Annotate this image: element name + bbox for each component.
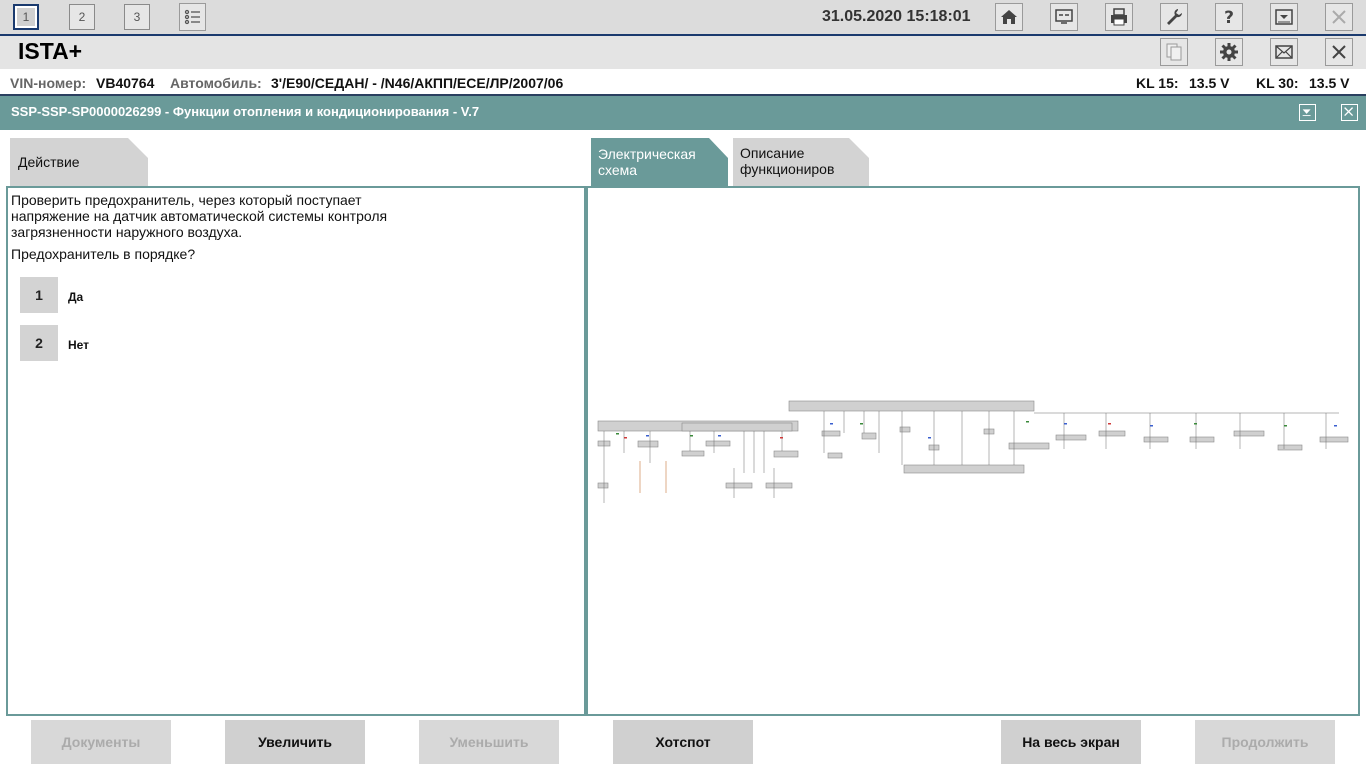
- workspace-tab-3[interactable]: 3: [124, 4, 150, 30]
- tab-description-label: Описание функциониров: [740, 145, 835, 177]
- vin-value: VB40764: [96, 75, 155, 91]
- documents-button[interactable]: Документы: [31, 720, 171, 764]
- question-text: Проверить предохранитель, через который …: [11, 192, 387, 240]
- tab-action-label: Действие: [18, 154, 80, 170]
- vin-label: VIN-номер:: [10, 75, 87, 91]
- question-line-2: напряжение на датчик автоматической сист…: [11, 208, 388, 224]
- list-icon[interactable]: [179, 3, 206, 31]
- svg-text:?: ?: [1224, 8, 1234, 27]
- hotspot-button[interactable]: Хотспот: [613, 720, 753, 764]
- dropdown-icon[interactable]: [1270, 3, 1298, 31]
- continue-button[interactable]: Продолжить: [1195, 720, 1335, 764]
- wrench-icon[interactable]: [1160, 3, 1188, 31]
- document-title: SSP-SSP-SP0000026299 - Функции отопления…: [11, 104, 480, 119]
- help-icon[interactable]: ?: [1215, 3, 1243, 31]
- mail-icon[interactable]: [1270, 38, 1298, 66]
- home-icon[interactable]: [995, 3, 1023, 31]
- car-value: 3'/E90/СЕДАН/ - /N46/АКПП/ECE/ЛР/2007/06: [271, 75, 564, 91]
- datetime: 31.05.2020 15:18:01: [822, 8, 971, 25]
- kl15-label: KL 15:: [1136, 75, 1179, 91]
- close-icon[interactable]: [1325, 3, 1353, 31]
- swap-icon[interactable]: [1050, 3, 1078, 31]
- close-document-icon[interactable]: [1341, 104, 1358, 121]
- tab-action[interactable]: Действие: [10, 138, 148, 186]
- answer-yes-button[interactable]: 1: [20, 277, 58, 313]
- wiring-diagram[interactable]: [594, 393, 1354, 513]
- car-label: Автомобиль:: [170, 75, 262, 91]
- kl30-value: 13.5 V: [1309, 75, 1350, 91]
- answer-no-button[interactable]: 2: [20, 325, 58, 361]
- question-prompt: Предохранитель в порядке?: [11, 246, 196, 262]
- zoom-out-button[interactable]: Уменьшить: [419, 720, 559, 764]
- print-icon[interactable]: [1105, 3, 1133, 31]
- kl30-label: KL 30:: [1256, 75, 1299, 91]
- answer-yes-label[interactable]: Да: [68, 290, 83, 304]
- kl15-value: 13.5 V: [1189, 75, 1230, 91]
- tab-schematic[interactable]: Электрическая схема: [591, 138, 728, 186]
- zoom-in-button[interactable]: Увеличить: [225, 720, 365, 764]
- action-panel: Проверить предохранитель, через который …: [6, 186, 586, 716]
- workspace-tab-1[interactable]: 1: [13, 4, 39, 30]
- documents-icon[interactable]: [1160, 38, 1188, 66]
- question-line-1: Проверить предохранитель, через который …: [11, 192, 362, 208]
- gear-icon[interactable]: [1215, 38, 1243, 66]
- app-logo: ISTA+: [18, 38, 83, 64]
- top-bar: 1 2 3 31.05.2020 15:18:01 ?: [0, 0, 1366, 36]
- schematic-panel: [586, 186, 1360, 716]
- workspace-tab-2[interactable]: 2: [69, 4, 95, 30]
- question-line-3: загрязненности наружного воздуха.: [11, 224, 243, 240]
- vehicle-info-bar: VIN-номер: VB40764 Автомобиль: 3'/E90/СЕ…: [0, 70, 1366, 96]
- collapse-icon[interactable]: [1299, 104, 1316, 121]
- answer-no-label[interactable]: Нет: [68, 338, 89, 352]
- tab-description[interactable]: Описание функциониров: [733, 138, 869, 186]
- close-icon[interactable]: [1325, 38, 1353, 66]
- fullscreen-button[interactable]: На весь экран: [1001, 720, 1141, 764]
- tab-schematic-label: Электрическая схема: [598, 146, 696, 178]
